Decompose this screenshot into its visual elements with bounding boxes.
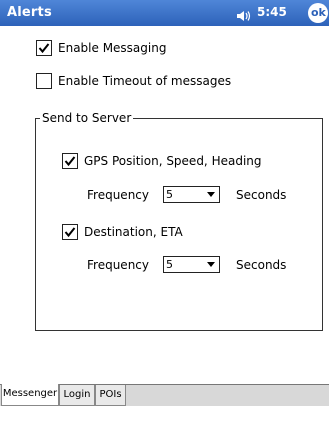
title-bar: Alerts 5:45 ok [0,0,329,26]
gps-frequency-label: Frequency [87,188,149,202]
gps-frequency-select[interactable]: 5 [163,186,220,203]
tab-login[interactable]: Login [59,385,95,406]
chevron-down-icon [207,192,215,197]
enable-timeout-label: Enable Timeout of messages [58,74,232,88]
window-title: Alerts [7,5,52,20]
checkmark-icon [64,156,76,167]
destination-frequency-select[interactable]: 5 [163,256,220,273]
tab-bar: Messenger Login POIs [0,384,329,407]
checkmark-icon [38,43,50,54]
destination-row[interactable]: Destination, ETA [62,224,183,240]
gps-label: GPS Position, Speed, Heading [84,154,262,168]
destination-label: Destination, ETA [84,225,183,239]
chevron-down-icon [207,262,215,267]
tab-messenger[interactable]: Messenger [1,384,59,406]
speaker-icon[interactable] [236,7,252,21]
clock-time[interactable]: 5:45 [257,5,287,19]
enable-timeout-checkbox[interactable] [36,73,52,89]
send-to-server-legend: Send to Server [40,111,134,125]
ok-button[interactable]: ok [308,3,328,23]
enable-messaging-row[interactable]: Enable Messaging [36,40,166,56]
checkmark-icon [64,227,76,238]
alerts-screen: Alerts 5:45 ok Enable Messaging Enable T… [0,0,329,438]
gps-unit-label: Seconds [236,188,287,202]
destination-checkbox[interactable] [62,224,78,240]
tab-pois[interactable]: POIs [95,385,126,406]
enable-timeout-row[interactable]: Enable Timeout of messages [36,73,231,89]
destination-frequency-label: Frequency [87,258,149,272]
enable-messaging-label: Enable Messaging [58,41,167,55]
bottom-area [0,406,329,438]
gps-frequency-value: 5 [166,188,173,201]
destination-frequency-value: 5 [166,258,173,271]
gps-row[interactable]: GPS Position, Speed, Heading [62,153,262,169]
enable-messaging-checkbox[interactable] [36,40,52,56]
destination-unit-label: Seconds [236,258,287,272]
gps-checkbox[interactable] [62,153,78,169]
